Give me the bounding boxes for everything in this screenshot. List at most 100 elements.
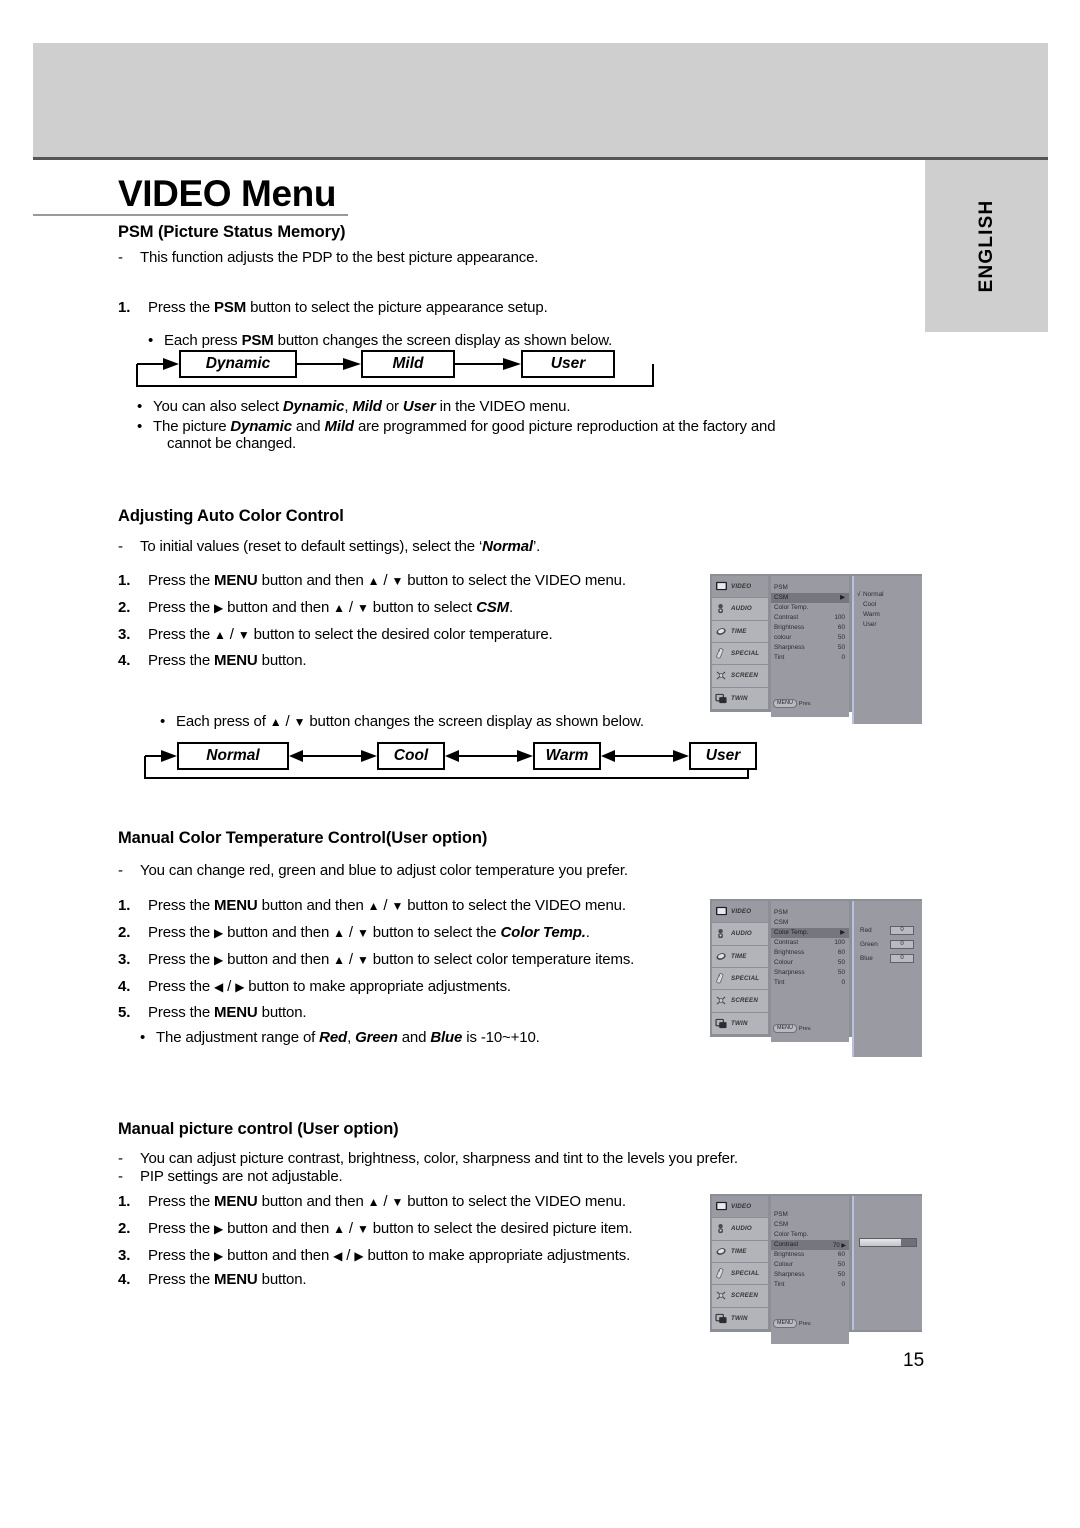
- osd-sidebar-item-video[interactable]: VIDEO: [712, 901, 768, 924]
- osd-option-cool[interactable]: Cool: [854, 600, 922, 610]
- osd-sidebar-item-screen[interactable]: SCREEN: [712, 1285, 768, 1308]
- manual-color-step-1: 1. Press the MENU button and then ▲ / ▼ b…: [118, 897, 626, 914]
- bullet-marker: •: [160, 713, 166, 730]
- osd-sidebar-item-label: TWIN: [731, 694, 748, 702]
- osd-menu-row[interactable]: CSM: [771, 1220, 849, 1230]
- osd-sidebar-item-special[interactable]: SPECIAL: [712, 642, 768, 666]
- osd-prev-label: Prev.: [798, 1025, 812, 1032]
- osd-menu-row[interactable]: CSM: [771, 918, 849, 928]
- osd-menu-row[interactable]: Tint 0: [771, 978, 849, 988]
- step-number: 4.: [118, 978, 131, 995]
- video-icon: [715, 906, 728, 917]
- osd-menu-list: PSM CSM ▶ Color Temp. Contrast 100 Brightness 6…: [771, 576, 849, 717]
- psm-flow-diagram: Dynamic Mild User: [135, 350, 670, 392]
- osd-menu-row-label: PSM: [774, 1211, 788, 1218]
- osd-sidebar-item-label: VIDEO: [731, 908, 752, 916]
- time-icon: [715, 1246, 728, 1257]
- osd-sidebar-item-twin[interactable]: TWIN: [712, 1012, 768, 1035]
- osd-sidebar-item-screen[interactable]: SCREEN: [712, 665, 768, 688]
- check-icon: √: [857, 591, 861, 598]
- osd-prev-label: Prev.: [798, 700, 812, 707]
- page-title-underline: [33, 214, 348, 216]
- osd-menu-row[interactable]: colour 50: [771, 633, 849, 643]
- osd-menu-row[interactable]: Colour 50: [771, 1260, 849, 1270]
- osd-menu-row[interactable]: Brightness 60: [771, 623, 849, 633]
- osd-sidebar: VIDEO AUDIO TIME SPECIAL SCREEN TWIN: [712, 576, 768, 710]
- screen-icon: [715, 1290, 728, 1301]
- osd-footer: MENU Prev.: [771, 1319, 849, 1328]
- osd-menu-row-label: PSM: [774, 909, 788, 916]
- osd-options-panel: √ Normal Cool Warm User: [852, 576, 922, 724]
- section-heading-manual-color: Manual Color Temperature Control(User op…: [118, 829, 488, 847]
- osd-option-warm[interactable]: Warm: [854, 610, 922, 620]
- osd-sidebar-item-special[interactable]: SPECIAL: [712, 967, 768, 991]
- osd-menu-row[interactable]: Color Temp. ▶: [771, 928, 849, 938]
- auto-color-flow-box-2: Cool: [377, 742, 445, 770]
- osd-menu-row[interactable]: Sharpness 50: [771, 1270, 849, 1280]
- osd-rgb-row-blue[interactable]: Blue 0: [854, 951, 922, 965]
- psm-flow-box-2: Mild: [361, 350, 455, 378]
- page-number: 15: [903, 1350, 925, 1371]
- psm-step-1: 1. Press the PSM button to select the pic…: [118, 299, 548, 316]
- osd-sidebar-item-label: AUDIO: [731, 1225, 752, 1233]
- osd-menu-row-value: 0: [841, 979, 845, 986]
- osd-menu-row-label: CSM: [774, 919, 789, 926]
- osd-sidebar-item-audio[interactable]: AUDIO: [712, 923, 768, 946]
- osd-menu-row[interactable]: Brightness 60: [771, 1250, 849, 1260]
- osd-rgb-value[interactable]: 0: [890, 925, 914, 935]
- osd-menu-row[interactable]: Tint 0: [771, 1280, 849, 1290]
- osd-menu-row-label: Sharpness: [774, 1271, 805, 1278]
- osd-menu-row[interactable]: Brightness 60: [771, 948, 849, 958]
- osd-option-user[interactable]: User: [854, 620, 922, 630]
- osd-menu-row[interactable]: Colour 50: [771, 958, 849, 968]
- page-title: VIDEO Menu: [118, 173, 337, 214]
- osd-contrast-slider[interactable]: [859, 1238, 917, 1247]
- manual-color-dash-1: - You can change red, green and blue to a…: [118, 862, 628, 879]
- osd-menu-row[interactable]: PSM: [771, 908, 849, 918]
- manual-color-dash-1-text: You can change red, green and blue to ad…: [140, 862, 628, 879]
- osd-sidebar-item-audio[interactable]: AUDIO: [712, 598, 768, 621]
- osd-rgb-label: Blue: [860, 954, 873, 962]
- osd-menu-row[interactable]: Color Temp.: [771, 603, 849, 613]
- osd-menu-row[interactable]: CSM ▶: [771, 593, 849, 603]
- step-number: 5.: [118, 1004, 131, 1021]
- osd-sidebar-item-time[interactable]: TIME: [712, 1240, 768, 1263]
- osd-sidebar-item-screen[interactable]: SCREEN: [712, 990, 768, 1013]
- dash-marker: -: [118, 862, 123, 879]
- osd-menu-button: MENU: [773, 699, 797, 708]
- osd-menu-row[interactable]: Color Temp.: [771, 1230, 849, 1240]
- osd-sidebar-item-twin[interactable]: TWIN: [712, 1307, 768, 1330]
- auto-color-flow-box-1: Normal: [177, 742, 289, 770]
- bullet-marker: •: [137, 418, 143, 435]
- audio-icon: [715, 928, 728, 939]
- osd-rgb-row-red[interactable]: Red 0: [854, 923, 922, 937]
- osd-sidebar-item-special[interactable]: SPECIAL: [712, 1262, 768, 1286]
- osd-sidebar-item-video[interactable]: VIDEO: [712, 1196, 768, 1219]
- section-heading-psm: PSM (Picture Status Memory): [118, 223, 346, 241]
- osd-sidebar-item-audio[interactable]: AUDIO: [712, 1218, 768, 1241]
- osd-menu-row[interactable]: PSM: [771, 583, 849, 593]
- osd-menu-row-label: Colour: [774, 959, 793, 966]
- osd-menu-row[interactable]: Contrast 100: [771, 938, 849, 948]
- osd-menu-row[interactable]: Contrast 70 ▶: [771, 1240, 849, 1250]
- osd-footer: MENU Prev.: [771, 1024, 849, 1033]
- osd-rgb-row-green[interactable]: Green 0: [854, 937, 922, 951]
- osd-menu-row[interactable]: Tint 0: [771, 653, 849, 663]
- osd-option-normal[interactable]: √ Normal: [854, 590, 922, 600]
- osd-sidebar-item-twin[interactable]: TWIN: [712, 687, 768, 710]
- osd-menu-row[interactable]: Sharpness 50: [771, 968, 849, 978]
- osd-menu-row[interactable]: Contrast 100: [771, 613, 849, 623]
- osd-menu-row[interactable]: Sharpness 50: [771, 643, 849, 653]
- osd-sidebar-item-label: SPECIAL: [731, 975, 760, 983]
- video-icon: [715, 581, 728, 592]
- psm-bullet-1: • Each press PSM button changes the scree…: [148, 332, 613, 349]
- osd-rgb-value[interactable]: 0: [890, 939, 914, 949]
- osd-menu-row[interactable]: PSM: [771, 1210, 849, 1220]
- osd-sidebar-item-time[interactable]: TIME: [712, 620, 768, 643]
- osd-menu-row-label: Contrast: [774, 614, 799, 621]
- osd-prev-label: Prev.: [798, 1320, 812, 1327]
- osd-sidebar-item-time[interactable]: TIME: [712, 945, 768, 968]
- osd-rgb-value[interactable]: 0: [890, 953, 914, 963]
- osd-sidebar-item-video[interactable]: VIDEO: [712, 576, 768, 599]
- auto-color-dash-1: - To initial values (reset to default set…: [118, 538, 541, 555]
